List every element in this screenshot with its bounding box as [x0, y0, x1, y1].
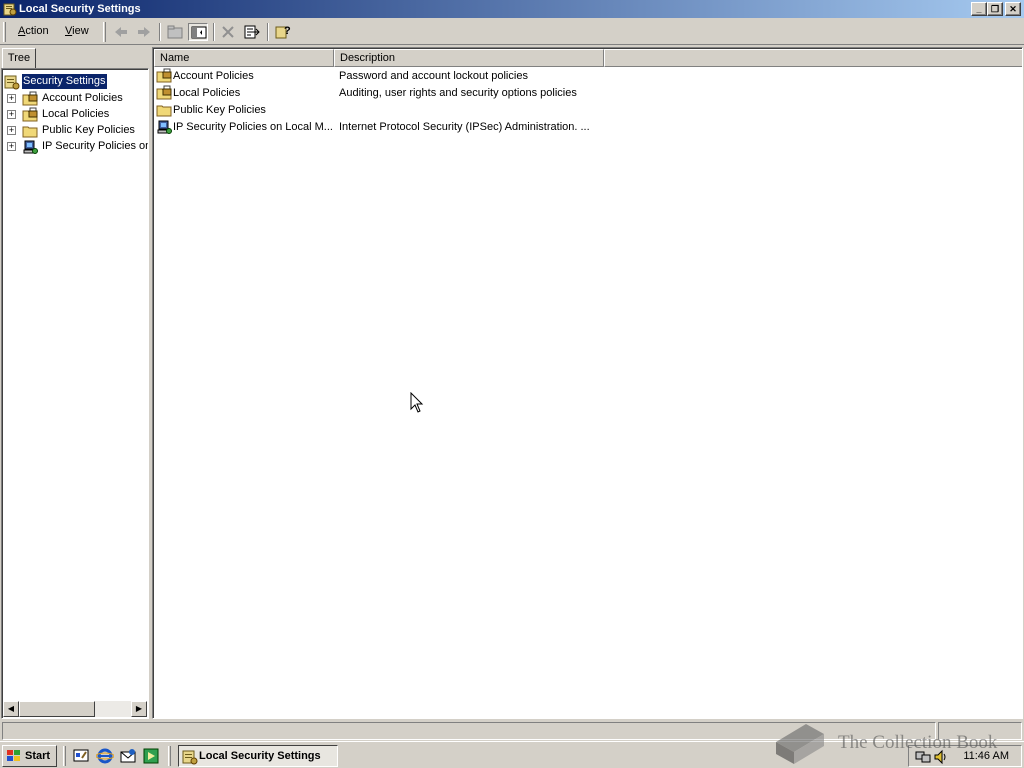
tree-tab-strip: Tree: [1, 47, 149, 69]
column-header-name[interactable]: Name: [154, 49, 334, 67]
status-panel-secondary: [938, 722, 1022, 740]
tree-item-local-policies[interactable]: + Local Policies: [2, 107, 148, 123]
status-bar: [0, 720, 1024, 741]
security-settings-icon: [182, 750, 198, 765]
security-settings-icon: [4, 75, 20, 90]
media-player-icon[interactable]: [142, 747, 160, 765]
list-row-description: Internet Protocol Security (IPSec) Admin…: [339, 121, 590, 133]
scroll-left-icon[interactable]: ◀: [3, 701, 19, 717]
taskbar-grip[interactable]: [168, 746, 171, 766]
mouse-cursor-icon: [410, 392, 424, 413]
list-row-description: Password and account lockout policies: [339, 70, 528, 82]
main-window: Local Security Settings _ ❐ ✕ Action Vie…: [0, 0, 1024, 741]
ip-security-icon: [157, 120, 172, 134]
toolbar-separator-3: [267, 23, 269, 41]
list-row-account-policies[interactable]: Account Policies Password and account lo…: [156, 68, 756, 85]
menu-action[interactable]: Action: [18, 25, 49, 37]
export-list-icon[interactable]: [242, 23, 262, 41]
list-row-ip-security-policies[interactable]: IP Security Policies on Local M... Inter…: [156, 119, 756, 136]
security-settings-icon: [3, 3, 17, 16]
close-button[interactable]: ✕: [1005, 2, 1021, 16]
tab-tree[interactable]: Tree: [2, 48, 36, 69]
clock[interactable]: 11:46 AM: [963, 750, 1009, 762]
scroll-thumb[interactable]: [19, 701, 95, 717]
list-row-name: Public Key Policies: [173, 104, 266, 116]
tree-item-label: Local Policies: [42, 108, 110, 120]
task-label: Local Security Settings: [199, 750, 321, 762]
list-row-name: IP Security Policies on Local M...: [173, 121, 333, 133]
scroll-right-icon[interactable]: ▶: [131, 701, 147, 717]
expand-icon[interactable]: +: [7, 94, 16, 103]
tree-item-label: Account Policies: [42, 92, 123, 104]
expand-icon[interactable]: +: [7, 142, 16, 151]
folder-icon: [156, 105, 172, 117]
toolbar-separator-2: [213, 23, 215, 41]
tree-root-label: Security Settings: [21, 73, 108, 90]
menu-toolbar: Action View ?: [0, 19, 1024, 45]
folder-icon: [22, 126, 38, 138]
toolbar-separator: [159, 23, 161, 41]
menu-action-rest: ction: [25, 25, 49, 37]
locked-folder-icon: [156, 85, 172, 100]
tree-item-label: IP Security Policies on: [42, 140, 149, 152]
status-panel-main: [2, 722, 936, 740]
column-header-description[interactable]: Description: [334, 49, 604, 67]
start-label: Start: [25, 750, 51, 762]
list-row-name: Account Policies: [173, 70, 254, 82]
show-hide-tree-icon[interactable]: [188, 23, 208, 41]
help-icon[interactable]: ?: [273, 23, 293, 41]
toolbar-grip-2[interactable]: [103, 22, 106, 42]
taskbar: Start Local Security Settings 11:46 AM: [0, 741, 1024, 768]
locked-folder-icon: [156, 68, 172, 83]
tree-item-ip-security-policies[interactable]: + IP Security Policies on: [2, 139, 148, 155]
svg-text:?: ?: [284, 25, 291, 37]
list-row-description: Auditing, user rights and security optio…: [339, 87, 577, 99]
tree-view[interactable]: Security Settings + Account Policies + L…: [1, 68, 149, 719]
toolbar-grip[interactable]: [3, 22, 6, 42]
quicklaunch-grip[interactable]: [63, 746, 66, 766]
list-row-name: Local Policies: [173, 87, 241, 99]
tree-horizontal-scrollbar[interactable]: ◀ ▶: [3, 701, 147, 717]
restore-button[interactable]: ❐: [987, 2, 1003, 16]
locked-folder-icon: [22, 107, 38, 122]
back-icon[interactable]: [111, 23, 131, 41]
details-list-view[interactable]: Name Description Account Policies Passwo…: [152, 47, 1023, 719]
ip-security-icon: [23, 140, 38, 154]
column-header-filler: [604, 49, 1022, 67]
title-bar[interactable]: Local Security Settings _ ❐ ✕: [0, 0, 1024, 18]
tree-item-label: Public Key Policies: [42, 124, 135, 136]
minimize-button[interactable]: _: [971, 2, 987, 16]
list-row-local-policies[interactable]: Local Policies Auditing, user rights and…: [156, 85, 756, 102]
expand-icon[interactable]: +: [7, 126, 16, 135]
menu-view-rest: iew: [72, 25, 89, 37]
internet-explorer-icon[interactable]: [96, 747, 114, 765]
taskbar-button-local-security-settings[interactable]: Local Security Settings: [178, 745, 338, 767]
windows-logo-icon: [7, 750, 20, 761]
system-tray: 11:46 AM: [908, 745, 1022, 767]
start-button[interactable]: Start: [2, 745, 57, 767]
window-title: Local Security Settings: [19, 3, 141, 15]
menu-view[interactable]: View: [65, 25, 89, 37]
show-desktop-icon[interactable]: [72, 747, 90, 765]
list-row-public-key-policies[interactable]: Public Key Policies: [156, 102, 756, 119]
volume-icon[interactable]: [933, 749, 949, 765]
tree-pane: Tree Security Settings + Account Policie…: [1, 47, 149, 719]
tree-item-public-key-policies[interactable]: + Public Key Policies: [2, 123, 148, 139]
delete-icon[interactable]: [218, 23, 238, 41]
expand-icon[interactable]: +: [7, 110, 16, 119]
network-icon[interactable]: [915, 749, 931, 765]
forward-icon[interactable]: [134, 23, 154, 41]
locked-folder-icon: [22, 91, 38, 106]
outlook-express-icon[interactable]: [119, 747, 137, 765]
up-folder-icon[interactable]: [165, 23, 185, 41]
tree-item-account-policies[interactable]: + Account Policies: [2, 91, 148, 107]
